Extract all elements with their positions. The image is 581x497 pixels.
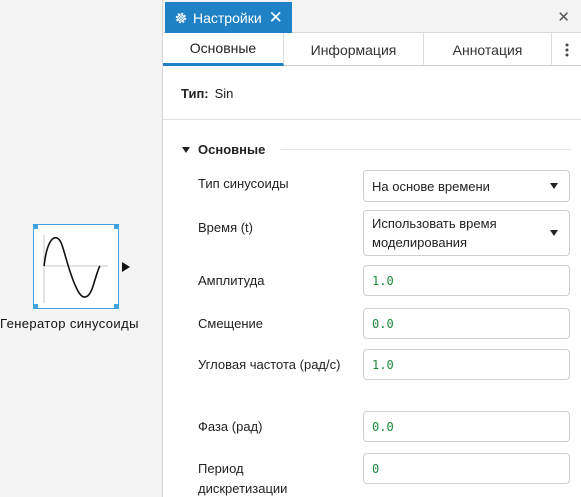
close-icon[interactable]: ✕	[557, 8, 570, 26]
output-port[interactable]	[122, 262, 130, 272]
frequency-label: Угловая частота (рад/с)	[198, 357, 341, 372]
phase-label: Фаза (рад)	[198, 419, 263, 434]
vertical-dots-icon	[565, 43, 569, 56]
time-select[interactable]: Использовать время моделирования	[363, 210, 570, 256]
model-canvas[interactable]: Генератор синусоиды	[0, 0, 162, 497]
sample-time-label: Период дискретизации	[198, 461, 288, 496]
bias-label: Смещение	[198, 316, 264, 331]
sample-time-field[interactable]: 0	[363, 453, 570, 484]
block-label: Генератор синусоиды	[0, 316, 139, 331]
settings-panel: Настройки ✕ ✕ Основные Информация Аннота…	[162, 0, 581, 497]
block-type-row: Тип: Sin	[181, 86, 233, 101]
divider	[281, 149, 571, 150]
type-label: Тип:	[181, 86, 209, 101]
tab-main[interactable]: Основные	[163, 33, 284, 66]
panel-title: Настройки	[193, 9, 262, 26]
type-value: Sin	[214, 86, 234, 101]
divider	[163, 119, 581, 120]
amplitude-field[interactable]: 1.0	[363, 265, 570, 296]
section-title: Основные	[198, 142, 266, 157]
section-header-main[interactable]: Основные	[182, 142, 265, 157]
time-label: Время (t)	[198, 220, 253, 235]
settings-tab[interactable]: Настройки ✕	[165, 2, 292, 33]
sine-type-value: На основе времени	[372, 178, 490, 194]
sine-type-label: Тип синусоиды	[198, 176, 289, 191]
caret-down-icon	[550, 230, 558, 236]
tab-annotation[interactable]: Аннотация	[424, 33, 552, 66]
phase-field[interactable]: 0.0	[363, 411, 570, 442]
sine-generator-block[interactable]	[33, 224, 119, 309]
more-options-button[interactable]	[552, 33, 581, 66]
tab-info[interactable]: Информация	[284, 33, 424, 66]
caret-down-icon	[550, 183, 558, 189]
triangle-down-icon[interactable]	[182, 146, 190, 153]
sine-type-select[interactable]: На основе времени	[363, 170, 570, 202]
frequency-field[interactable]: 1.0	[363, 349, 570, 380]
gear-icon	[175, 12, 187, 23]
bias-field[interactable]: 0.0	[363, 308, 570, 339]
panel-title-bar: Настройки ✕ ✕	[163, 0, 581, 33]
panel-tabs: Основные Информация Аннотация	[163, 33, 581, 66]
time-value: Использовать время моделирования	[372, 216, 497, 250]
amplitude-label: Амплитуда	[198, 273, 265, 288]
close-icon[interactable]: ✕	[269, 9, 283, 26]
sine-wave-icon	[43, 235, 108, 303]
